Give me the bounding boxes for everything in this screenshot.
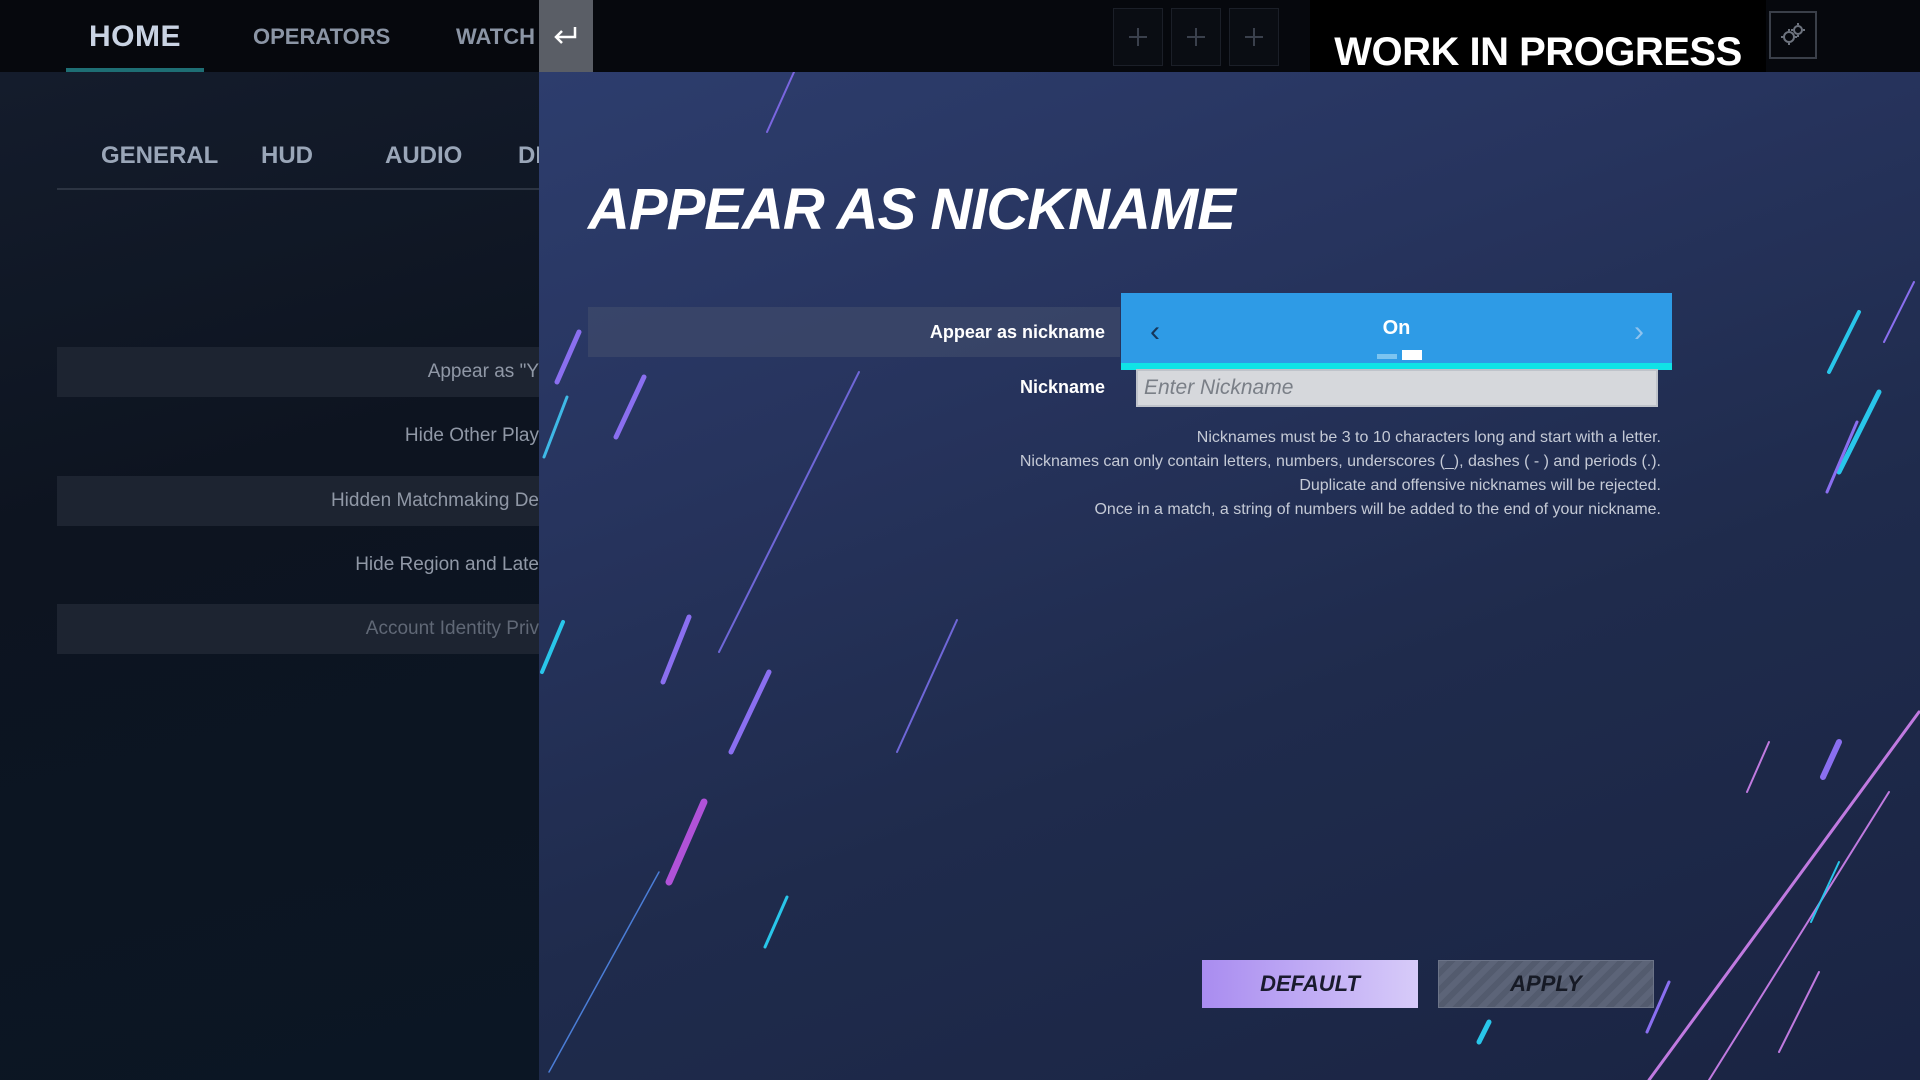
bg-setting-row[interactable]: Appear as "Y — [57, 347, 539, 397]
bg-setting-label: Account Identity Priv — [365, 618, 539, 639]
modal-title: APPEAR AS NICKNAME — [588, 177, 1236, 242]
wip-label: WORK IN PROGRESS — [1334, 30, 1742, 74]
tab-watch-label: WATCH — [456, 24, 536, 49]
squad-slot-1[interactable] — [1113, 8, 1163, 66]
nickname-rule: Duplicate and offensive nicknames will b… — [1299, 477, 1661, 494]
tab-home[interactable]: HOME — [66, 0, 204, 72]
bg-setting-row[interactable]: Account Identity Priv — [57, 604, 539, 654]
default-button-label: DEFAULT — [1260, 971, 1360, 996]
bg-setting-label: Hide Other Play — [404, 425, 539, 446]
option-indicator-on — [1402, 350, 1422, 360]
tab-home-label: HOME — [89, 20, 181, 53]
bg-setting-label: Hidden Matchmaking De — [330, 490, 539, 511]
back-button[interactable] — [539, 0, 593, 72]
nickname-modal: APPEAR AS NICKNAME Appear as nickname ‹ … — [539, 72, 1920, 1080]
tab-watch[interactable]: WATCH — [456, 0, 535, 72]
nickname-rule: Once in a match, a string of numbers wil… — [1094, 501, 1661, 518]
nickname-label: Nickname — [1019, 377, 1105, 397]
apply-button[interactable]: APPLY — [1438, 960, 1654, 1008]
bg-setting-row[interactable]: Hide Other Play — [57, 411, 539, 461]
nickname-rule: Nicknames can only contain letters, numb… — [1019, 453, 1661, 470]
appear-setting-label: Appear as nickname — [929, 322, 1105, 342]
gear-icon — [1781, 23, 1805, 45]
squad-slot-3[interactable] — [1229, 8, 1279, 66]
bg-setting-label: Appear as "Y — [427, 361, 539, 382]
plus-icon — [1187, 28, 1205, 46]
squad-slot-2[interactable] — [1171, 8, 1221, 66]
return-arrow-icon — [554, 27, 577, 44]
chevron-right-icon[interactable]: › — [1624, 315, 1654, 349]
appear-setting-selector[interactable]: ‹ On › — [1121, 293, 1672, 370]
plus-icon — [1245, 28, 1263, 46]
bg-setting-row[interactable]: Hide Region and Late — [57, 540, 539, 590]
settings-subtabs: GENERAL HUD AUDIO DI — [57, 72, 542, 190]
tab-operators[interactable]: OPERATORS — [253, 0, 390, 72]
tab-operators-label: OPERATORS — [253, 24, 391, 49]
option-indicator-off — [1377, 354, 1397, 359]
nickname-rule: Nicknames must be 3 to 10 characters lon… — [1196, 429, 1661, 446]
subtab-hud[interactable]: HUD — [261, 142, 313, 170]
appear-setting-value: On — [1382, 317, 1411, 339]
bg-setting-row[interactable]: Hidden Matchmaking De — [57, 476, 539, 526]
plus-icon — [1129, 28, 1147, 46]
nickname-input[interactable] — [1136, 369, 1658, 407]
bg-setting-label: Hide Region and Late — [355, 554, 539, 575]
subtab-general[interactable]: GENERAL — [101, 142, 218, 170]
default-button[interactable]: DEFAULT — [1202, 960, 1418, 1008]
apply-button-label: APPLY — [1510, 971, 1582, 996]
settings-button[interactable] — [1769, 11, 1817, 59]
subtab-audio[interactable]: AUDIO — [385, 142, 462, 170]
